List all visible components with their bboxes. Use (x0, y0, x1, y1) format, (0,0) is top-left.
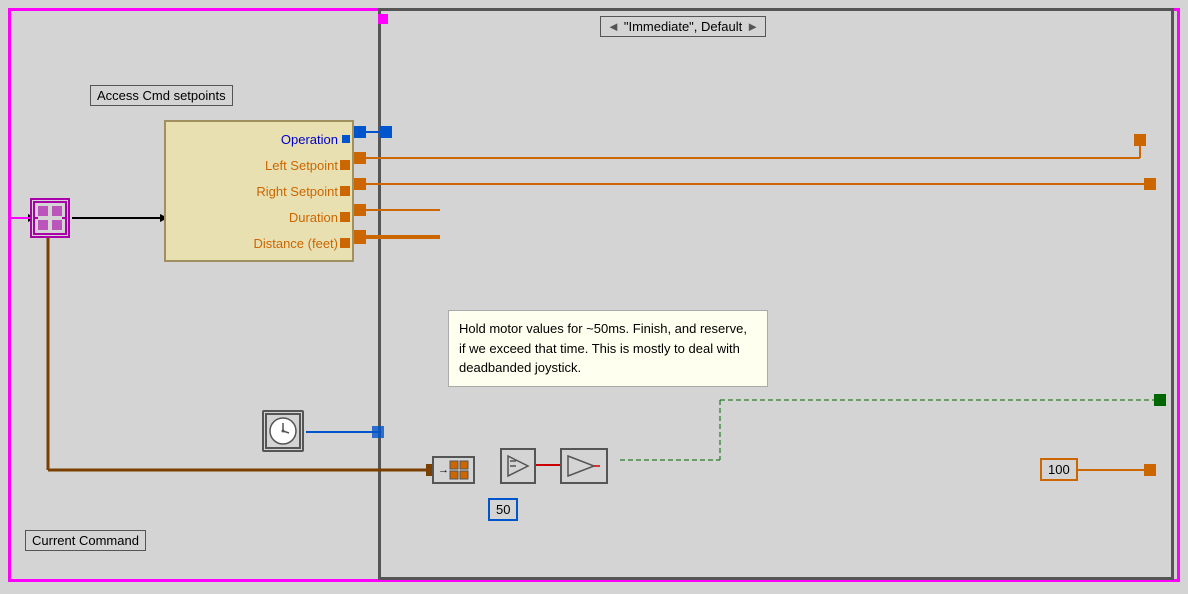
constant-100: 100 (1040, 458, 1078, 481)
cluster-row-right-setpoint: Right Setpoint (174, 178, 344, 204)
dropdown-label: "Immediate", Default (624, 19, 742, 34)
current-cmd-box: Current Command (25, 530, 146, 551)
cluster-label-left-setpoint: Left Setpoint (174, 158, 344, 173)
constant-50: 50 (488, 498, 518, 521)
input-node (30, 198, 70, 238)
dropdown-arrow-left: ◄ (607, 19, 620, 34)
immediate-dropdown[interactable]: ◄ "Immediate", Default ► (600, 16, 766, 37)
access-cmd-box: Access Cmd setpoints (90, 85, 233, 106)
dark-frame (378, 8, 1174, 580)
cluster-row-left-setpoint: Left Setpoint (174, 152, 344, 178)
cluster-label-operation: Operation (174, 132, 344, 147)
dropdown-arrow-right: ► (746, 19, 759, 34)
cluster-row-distance: Distance (feet) (174, 230, 344, 256)
cluster-terminal-right-setpoint (340, 186, 350, 196)
cluster-label-right-setpoint: Right Setpoint (174, 184, 344, 199)
input-node-icon (32, 200, 68, 236)
cluster-row-operation: Operation (174, 126, 344, 152)
cluster-label-duration: Duration (174, 210, 344, 225)
cluster-terminal-operation (342, 135, 350, 143)
cluster-label-distance: Distance (feet) (174, 236, 344, 251)
subtract-node (500, 448, 536, 484)
cluster-box: Operation Left Setpoint Right Setpoint D… (164, 120, 354, 262)
clock-icon (262, 410, 304, 452)
cluster-terminal-left-setpoint (340, 160, 350, 170)
outer-container: ◄ "Immediate", Default ► Access Cmd setp… (0, 0, 1188, 594)
comment-text: Hold motor values for ~50ms. Finish, and… (459, 321, 747, 375)
cluster-terminal-distance (340, 238, 350, 248)
cluster-terminal-duration (340, 212, 350, 222)
greater-than-node (560, 448, 608, 484)
comment-box: Hold motor values for ~50ms. Finish, and… (448, 310, 768, 387)
convert-box: → (432, 456, 475, 484)
cluster-row-duration: Duration (174, 204, 344, 230)
